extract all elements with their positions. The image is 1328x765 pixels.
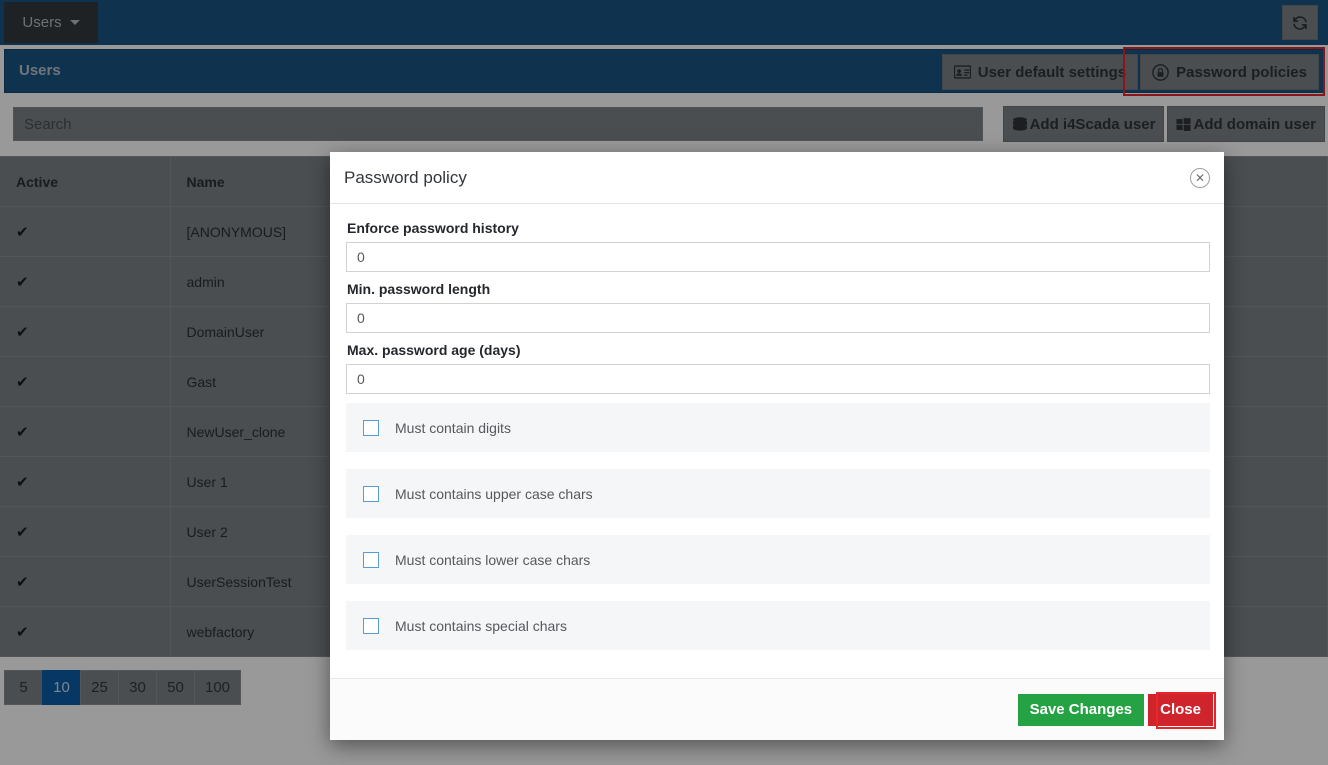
field-input-0[interactable] [346, 242, 1210, 272]
modal-footer: Save Changes Close [330, 678, 1224, 740]
password-policy-modal: Password policy ✕ Enforce password histo… [330, 152, 1224, 740]
field-label-1: Min. password length [347, 281, 491, 297]
close-circle-icon[interactable]: ✕ [1190, 168, 1210, 188]
modal-title: Password policy [344, 167, 467, 187]
checkbox-row-2[interactable]: Must contains lower case chars [346, 535, 1210, 585]
checkbox-icon[interactable] [363, 485, 379, 502]
field-label-0: Enforce password history [347, 220, 519, 236]
app-root: Users Users User default settings Passwo… [0, 0, 1328, 765]
policy-checkboxes: Must contain digits Must contains upper c… [346, 403, 1210, 651]
checkbox-label: Must contains upper case chars [395, 485, 593, 502]
save-changes-button[interactable]: Save Changes [1017, 693, 1145, 726]
checkbox-label: Must contain digits [395, 419, 511, 436]
modal-header: Password policy ✕ [330, 152, 1224, 204]
close-button[interactable]: Close [1148, 693, 1213, 726]
policy-fields: Enforce password history Min. password le… [346, 220, 1210, 403]
close-glyph: ✕ [1194, 171, 1206, 185]
field-input-1[interactable] [346, 303, 1210, 333]
checkbox-label: Must contains special chars [395, 617, 567, 634]
checkbox-label: Must contains lower case chars [395, 551, 591, 568]
field-label-2: Max. password age (days) [347, 342, 521, 358]
checkbox-icon[interactable] [363, 419, 379, 436]
field-input-2[interactable] [346, 364, 1210, 394]
checkbox-row-1[interactable]: Must contains upper case chars [346, 469, 1210, 519]
checkbox-row-0[interactable]: Must contain digits [346, 403, 1210, 453]
checkbox-icon[interactable] [363, 551, 379, 568]
checkbox-row-3[interactable]: Must contains special chars [346, 601, 1210, 651]
checkbox-icon[interactable] [363, 617, 379, 634]
modal-body: Enforce password history Min. password le… [330, 204, 1224, 678]
